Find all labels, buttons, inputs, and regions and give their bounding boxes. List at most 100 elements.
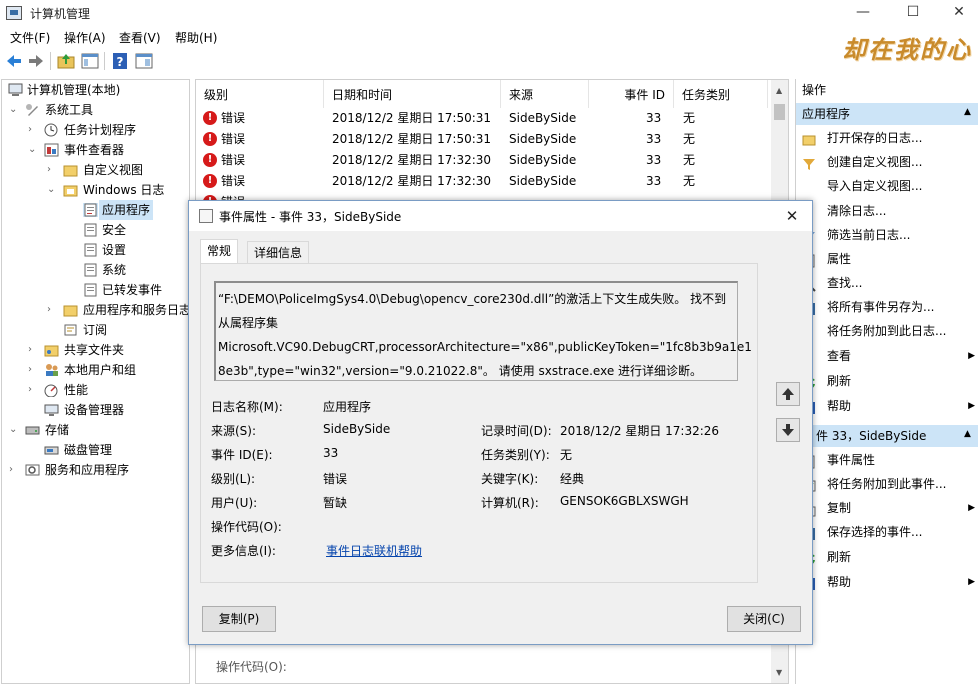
scroll-down-icon[interactable]: ▼ (776, 668, 782, 677)
scroll-up-icon[interactable]: ▲ (776, 86, 782, 95)
chevron-right-icon[interactable]: › (28, 360, 38, 380)
action-view[interactable]: 查看 ▶ (796, 344, 978, 368)
tree-item-forwarded-events[interactable]: 已转发事件 (2, 280, 189, 300)
column-header-datetime[interactable]: 日期和时间 (324, 80, 501, 108)
next-event-button[interactable] (776, 418, 800, 442)
level-label: 级别(L): (211, 472, 256, 486)
tree-item-storage[interactable]: ⌄ 存储 (2, 420, 189, 440)
table-row[interactable]: ! 错误 2018/12/2 星期日 17:32:30 SideBySide 3… (196, 171, 768, 192)
action-create-custom-view[interactable]: 创建自定义视图... (796, 150, 978, 174)
tree-item-security-log[interactable]: 安全 (2, 220, 189, 240)
chevron-down-icon[interactable]: ⌄ (9, 420, 19, 440)
dialog-close-text-button[interactable]: 关闭(C) (727, 606, 801, 632)
tab-general[interactable]: 常规 (200, 239, 239, 264)
close-button[interactable]: ✕ (936, 0, 978, 26)
action-help-event[interactable]: ? 帮助 ▶ (796, 570, 978, 594)
table-row[interactable]: ! 错误 2018/12/2 星期日 17:50:31 SideBySide 3… (196, 129, 768, 150)
column-header-task-category[interactable]: 任务类别 (674, 80, 768, 108)
table-row[interactable]: ! 错误 2018/12/2 星期日 17:50:31 SideBySide 3… (196, 108, 768, 129)
actions-section-event[interactable]: 件 33，SideBySide (796, 425, 978, 447)
dialog-close-button[interactable]: ✕ (781, 205, 803, 227)
action-filter-current-log[interactable]: 筛选当前日志... (796, 223, 978, 247)
menu-file[interactable]: 文件(F) (10, 29, 50, 46)
clock-icon (44, 123, 59, 137)
table-row[interactable]: ! 错误 2018/12/2 星期日 17:32:30 SideBySide 3… (196, 150, 768, 171)
log-icon (83, 283, 98, 297)
chevron-right-icon[interactable]: › (9, 460, 19, 480)
action-help[interactable]: ? 帮助 ▶ (796, 394, 978, 418)
back-icon[interactable] (4, 51, 24, 71)
collapse-icon[interactable]: ▲ (964, 107, 971, 117)
event-description[interactable]: “F:\DEMO\PoliceImgSys4.0\Debug\opencv_co… (214, 281, 752, 381)
tree-item-disk-management[interactable]: 磁盘管理 (2, 440, 189, 460)
tree-item-shared-folders[interactable]: › 共享文件夹 (2, 340, 189, 360)
action-save-all-events[interactable]: 将所有事件另存为... (796, 295, 978, 319)
log-icon (83, 263, 98, 277)
tree-item-task-scheduler[interactable]: › 任务计划程序 (2, 120, 189, 140)
action-properties[interactable]: 属性 (796, 247, 978, 271)
action-refresh[interactable]: 刷新 (796, 369, 978, 393)
maximize-button[interactable]: ☐ (890, 0, 936, 26)
tab-details[interactable]: 详细信息 (247, 241, 310, 263)
action-attach-task-log[interactable]: 将任务附加到此日志... (796, 319, 978, 343)
error-icon: ! (203, 132, 217, 146)
online-help-link[interactable]: 事件日志联机帮助 (326, 542, 422, 559)
tree-item-device-manager[interactable]: 设备管理器 (2, 400, 189, 420)
tree-item-local-users[interactable]: › 本地用户和组 (2, 360, 189, 380)
column-header-source[interactable]: 来源 (501, 80, 589, 108)
tree-item-services-apps[interactable]: › 服务和应用程序 (2, 460, 189, 480)
collapse-icon[interactable]: ▲ (964, 429, 971, 439)
chevron-right-icon[interactable]: › (47, 300, 57, 320)
chevron-right-icon[interactable]: › (28, 380, 38, 400)
minimize-button[interactable]: — (840, 0, 886, 26)
actions-section-application[interactable]: 应用程序 (796, 103, 978, 125)
action-find[interactable]: 查找... (796, 271, 978, 295)
tree-item-windows-logs[interactable]: ⌄ Windows 日志 (2, 180, 189, 200)
task-category-label: 任务类别(Y): (481, 448, 550, 462)
column-header-level[interactable]: 级别 (196, 80, 324, 108)
chevron-down-icon[interactable]: ⌄ (47, 180, 57, 200)
users-icon (44, 363, 59, 377)
menu-action[interactable]: 操作(A) (64, 29, 106, 46)
help-icon[interactable]: ? (110, 51, 130, 71)
up-folder-icon[interactable] (56, 51, 76, 71)
chevron-down-icon[interactable]: ⌄ (28, 140, 38, 160)
submenu-arrow-icon: ▶ (968, 351, 975, 361)
dialog-title: 事件属性 - 事件 33，SideBySide (219, 210, 402, 224)
chevron-right-icon[interactable]: › (28, 120, 38, 140)
menu-help[interactable]: 帮助(H) (175, 29, 217, 46)
previous-event-button[interactable] (776, 382, 800, 406)
tree-item-performance[interactable]: › 性能 (2, 380, 189, 400)
scroll-thumb[interactable] (774, 104, 785, 120)
arrow-up-icon (782, 388, 794, 400)
tree-item-computer-management[interactable]: 计算机管理(本地) (2, 80, 189, 100)
tree-item-system-tools[interactable]: ⌄ 系统工具 (2, 100, 189, 120)
actions-header: 操作 (802, 83, 827, 97)
menu-view[interactable]: 查看(V) (119, 29, 161, 46)
copy-button[interactable]: 复制(P) (202, 606, 276, 632)
action-save-selected-events[interactable]: 保存选择的事件... (796, 520, 978, 544)
tree-item-custom-views[interactable]: › 自定义视图 (2, 160, 189, 180)
action-import-custom-view[interactable]: 导入自定义视图... (796, 174, 978, 198)
action-open-saved-log[interactable]: 打开保存的日志... (796, 126, 978, 150)
tree-item-event-viewer[interactable]: ⌄ 事件查看器 (2, 140, 189, 160)
device-manager-icon (44, 403, 59, 417)
action-event-properties[interactable]: 事件属性 (796, 448, 978, 472)
forward-icon[interactable] (26, 51, 46, 71)
action-attach-task-event[interactable]: 将任务附加到此事件... (796, 472, 978, 496)
chevron-right-icon[interactable]: › (47, 160, 57, 180)
show-hide-tree-icon[interactable] (80, 51, 100, 71)
tree-item-app-service-logs[interactable]: › 应用程序和服务日志 (2, 300, 189, 320)
tree-item-subscriptions[interactable]: 订阅 (2, 320, 189, 340)
tree-item-application-log[interactable]: 应用程序 (2, 200, 189, 220)
show-hide-action-pane-icon[interactable] (134, 51, 154, 71)
chevron-right-icon[interactable]: › (28, 340, 38, 360)
action-refresh-event[interactable]: 刷新 (796, 545, 978, 569)
tree-item-setup-log[interactable]: 设置 (2, 240, 189, 260)
action-copy[interactable]: 复制 ▶ (796, 496, 978, 520)
action-clear-log[interactable]: 清除日志... (796, 199, 978, 223)
tree-item-system-log[interactable]: 系统 (2, 260, 189, 280)
column-header-event-id[interactable]: 事件 ID (589, 80, 674, 108)
dialog-title-bar[interactable]: 事件属性 - 事件 33，SideBySide ✕ (189, 201, 812, 231)
chevron-down-icon[interactable]: ⌄ (9, 100, 19, 120)
